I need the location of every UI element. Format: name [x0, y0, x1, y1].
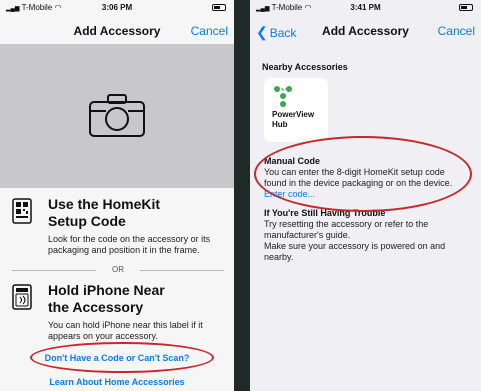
trouble-section: If You're Still Having Trouble Try reset… [264, 208, 475, 263]
nav-bar: Add Accessory Cancel [0, 18, 234, 44]
status-bar: ▂▄▆ T-Mobile ◠ 3:41 PM [250, 0, 481, 16]
nfc-desc-1: You can hold iPhone near this label if i… [48, 320, 203, 330]
nfc-title-1: Hold iPhone Near [48, 282, 165, 298]
clock: 3:06 PM [101, 3, 133, 12]
trouble-line-4: nearby. [264, 252, 294, 262]
cancel-button[interactable]: Cancel [191, 24, 228, 38]
accessory-tile-powerview[interactable]: PowerView Hub [264, 78, 328, 142]
no-code-link[interactable]: Don't Have a Code or Can't Scan? [0, 353, 234, 363]
enter-code-link[interactable]: Enter code... [264, 189, 475, 200]
manual-code-section: Manual Code You can enter the 8-digit Ho… [264, 156, 475, 200]
setup-code-desc-2: packaging and position it in the frame. [48, 245, 200, 255]
nfc-desc-2: appears on your accessory. [48, 331, 158, 341]
learn-link[interactable]: Learn About Home Accessories [0, 377, 234, 387]
accessory-name-1: PowerView [272, 110, 315, 119]
cancel-button[interactable]: Cancel [438, 24, 475, 38]
accessory-name-2: Hub [272, 120, 288, 129]
setup-code-title-2: Setup Code [48, 213, 126, 229]
setup-code-option: Use the HomeKit Setup Code Look for the … [12, 196, 224, 260]
right-screen: ▂▄▆ T-Mobile ◠ 3:41 PM ❮ Back Add Accesso… [250, 0, 481, 391]
nfc-tag-icon [12, 284, 32, 310]
or-divider: OR [12, 264, 224, 276]
battery-icon [459, 4, 473, 11]
setup-code-title-1: Use the HomeKit [48, 196, 161, 212]
nfc-option: Hold iPhone Near the Accessory You can h… [12, 282, 224, 346]
nearby-accessories-title: Nearby Accessories [262, 62, 348, 72]
clock: 3:41 PM [350, 3, 381, 12]
manual-code-title: Manual Code [264, 156, 321, 166]
qr-code-icon [12, 198, 32, 224]
camera-icon [89, 94, 145, 137]
camera-viewfinder[interactable] [0, 44, 234, 188]
left-screen: ▂▄▆ T-Mobile ◠ 3:06 PM Add Accessory Can… [0, 0, 234, 391]
trouble-line-3: Make sure your accessory is powered on a… [264, 241, 446, 251]
battery-icon [212, 4, 226, 11]
nfc-title-2: the Accessory [48, 299, 144, 315]
manual-code-line-2: found in the device packaging or on the … [264, 178, 453, 188]
trouble-line-2: manufacturer's guide. [264, 230, 351, 240]
status-bar: ▂▄▆ T-Mobile ◠ 3:06 PM [0, 0, 234, 16]
nav-bar: ❮ Back Add Accessory Cancel [250, 18, 481, 44]
trouble-title: If You're Still Having Trouble [264, 208, 386, 218]
manual-code-line-1: You can enter the 8-digit HomeKit setup … [264, 167, 445, 177]
trouble-line-1: Try resetting the accessory or refer to … [264, 219, 429, 229]
setup-code-desc-1: Look for the code on the accessory or it… [48, 234, 211, 244]
hub-icon [274, 86, 292, 107]
